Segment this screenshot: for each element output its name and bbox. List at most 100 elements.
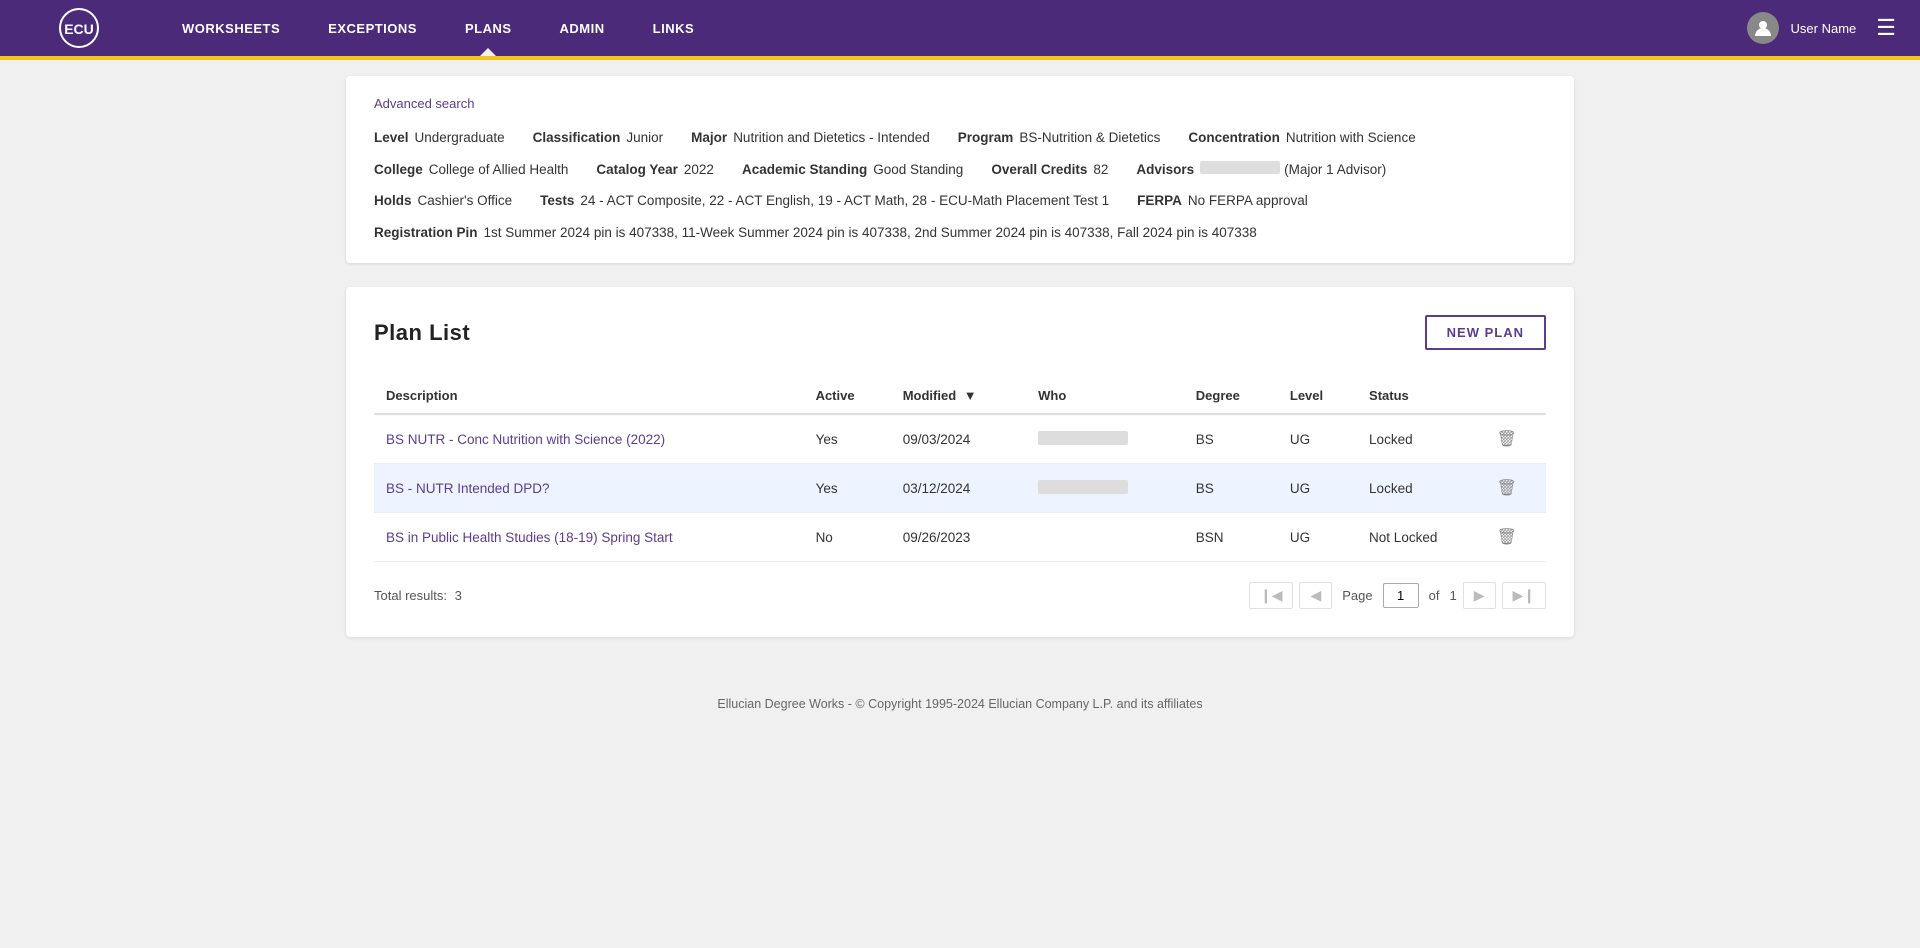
total-results: Total results: 3 [374,588,462,603]
tests-value: 24 - ACT Composite, 22 - ACT English, 19… [580,190,1109,212]
col-who: Who [1026,378,1184,414]
advisors-redacted [1200,161,1280,174]
table-header-row: Description Active Modified ▼ Who Degree… [374,378,1546,414]
delete-plan-button[interactable]: 🗑 [1497,529,1517,546]
info-row-2: College College of Allied Health Catalog… [374,159,1546,181]
header: ECU WORKSHEETS EXCEPTIONS PLANS ADMIN LI… [0,0,1920,56]
info-row-1: Level Undergraduate Classification Junio… [374,127,1546,149]
pagination-controls: ❙◀ ◀ Page of 1 ▶ ▶❙ [1249,582,1546,609]
header-right: User Name ☰ [1747,11,1920,45]
catalog-year-value: 2022 [684,159,714,181]
holds-label: Holds [374,190,412,212]
program-label: Program [958,127,1014,149]
ecu-logo-icon: ECU [58,7,100,49]
info-row-3: Holds Cashier's Office Tests 24 - ACT Co… [374,190,1546,212]
plan-list-title: Plan List [374,320,470,346]
next-page-button[interactable]: ▶ [1463,582,1496,609]
sort-icon: ▼ [964,388,977,403]
plan-table: Description Active Modified ▼ Who Degree… [374,378,1546,562]
prev-page-button[interactable]: ◀ [1299,582,1332,609]
plan-degree: BS [1184,414,1278,464]
program-value: BS-Nutrition & Dietetics [1019,127,1160,149]
nav-links[interactable]: LINKS [629,0,719,56]
plan-degree: BS [1184,464,1278,513]
plan-who [1026,464,1184,513]
ferpa-value: No FERPA approval [1188,190,1308,212]
college-value: College of Allied Health [429,159,569,181]
level-value: Undergraduate [415,127,505,149]
user-name-label: User Name [1791,21,1857,36]
plan-status: Locked [1357,414,1485,464]
plan-description-link[interactable]: BS NUTR - Conc Nutrition with Science (2… [386,432,665,447]
table-row: BS in Public Health Studies (18-19) Spri… [374,513,1546,562]
advanced-search-link[interactable]: Advanced search [374,96,1546,111]
new-plan-button[interactable]: NEW PLAN [1425,315,1546,350]
logo-container: ECU [0,0,158,56]
who-redacted [1038,431,1128,445]
nav-exceptions[interactable]: EXCEPTIONS [304,0,441,56]
who-redacted [1038,480,1128,494]
plan-who [1026,513,1184,562]
level-label: Level [374,127,409,149]
pagination-row: Total results: 3 ❙◀ ◀ Page of 1 ▶ ▶❙ [374,582,1546,609]
advisors-value: (Major 1 Advisor) [1284,159,1386,181]
table-row: BS - NUTR Intended DPD?Yes03/12/2024BSUG… [374,464,1546,513]
last-page-button[interactable]: ▶❙ [1502,582,1547,609]
registration-pin-value: 1st Summer 2024 pin is 407338, 11-Week S… [484,222,1257,244]
main-content: Advanced search Level Undergraduate Clas… [330,60,1590,677]
col-active: Active [804,378,891,414]
col-actions [1485,378,1546,414]
page-label: Page [1342,588,1372,603]
plan-who [1026,414,1184,464]
nav-menu: WORKSHEETS EXCEPTIONS PLANS ADMIN LINKS [158,0,1747,56]
overall-credits-label: Overall Credits [991,159,1087,181]
plan-modified: 09/03/2024 [891,414,1026,464]
plan-active: Yes [804,464,891,513]
hamburger-menu-icon[interactable]: ☰ [1868,11,1904,45]
svg-text:ECU: ECU [64,21,94,37]
tests-label: Tests [540,190,574,212]
user-avatar [1747,12,1779,44]
col-modified[interactable]: Modified ▼ [891,378,1026,414]
overall-credits-value: 82 [1093,159,1108,181]
col-degree: Degree [1184,378,1278,414]
footer: Ellucian Degree Works - © Copyright 1995… [0,677,1920,727]
ferpa-label: FERPA [1137,190,1182,212]
plan-level: UG [1278,464,1357,513]
nav-admin[interactable]: ADMIN [536,0,629,56]
academic-standing-value: Good Standing [873,159,963,181]
footer-text: Ellucian Degree Works - © Copyright 1995… [717,697,1202,711]
of-label: of [1429,588,1440,603]
plan-active: Yes [804,414,891,464]
delete-plan-button[interactable]: 🗑 [1497,431,1517,448]
advisors-label: Advisors [1136,159,1194,181]
holds-value: Cashier's Office [418,190,513,212]
col-status: Status [1357,378,1485,414]
plan-status: Not Locked [1357,513,1485,562]
plan-status: Locked [1357,464,1485,513]
nav-plans[interactable]: PLANS [441,0,536,56]
plan-degree: BSN [1184,513,1278,562]
catalog-year-label: Catalog Year [596,159,678,181]
first-page-button[interactable]: ❙◀ [1249,582,1294,609]
page-input[interactable] [1383,583,1419,608]
classification-label: Classification [533,127,621,149]
plan-level: UG [1278,513,1357,562]
delete-plan-button[interactable]: 🗑 [1497,480,1517,497]
registration-pin-label: Registration Pin [374,222,478,244]
plan-description-link[interactable]: BS - NUTR Intended DPD? [386,481,550,496]
table-row: BS NUTR - Conc Nutrition with Science (2… [374,414,1546,464]
info-row-4: Registration Pin 1st Summer 2024 pin is … [374,222,1546,244]
plan-list-header: Plan List NEW PLAN [374,315,1546,350]
plan-active: No [804,513,891,562]
classification-value: Junior [626,127,663,149]
nav-worksheets[interactable]: WORKSHEETS [158,0,304,56]
concentration-label: Concentration [1188,127,1280,149]
plan-description-link[interactable]: BS in Public Health Studies (18-19) Spri… [386,530,673,545]
major-value: Nutrition and Dietetics - Intended [733,127,930,149]
total-pages: 1 [1449,588,1456,603]
college-label: College [374,159,423,181]
col-description: Description [374,378,804,414]
major-label: Major [691,127,727,149]
concentration-value: Nutrition with Science [1286,127,1416,149]
